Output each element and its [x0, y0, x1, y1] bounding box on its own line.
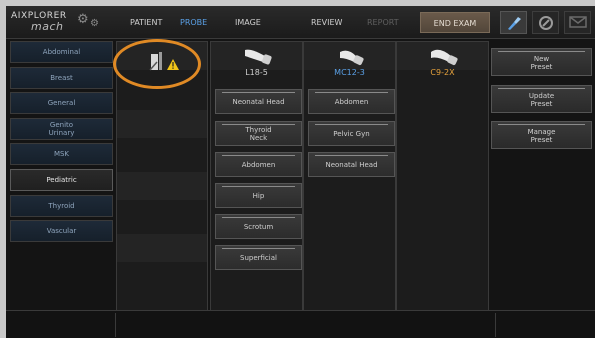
end-exam-button[interactable]: END EXAM	[420, 12, 490, 33]
manage-preset-label: Manage Preset	[527, 128, 556, 144]
save-tool-button[interactable]	[532, 11, 559, 34]
probe-label: L18-5	[245, 68, 268, 77]
app-abdominal[interactable]: Abdominal	[10, 41, 113, 63]
update-preset-label: Update Preset	[528, 92, 555, 108]
probe-tool-button[interactable]	[500, 11, 527, 34]
preset-superficial[interactable]: Superficial	[215, 245, 302, 270]
app-thyroid[interactable]: Thyroid	[10, 194, 113, 217]
app-msk[interactable]: MSK	[10, 143, 113, 166]
probe-label: C9-2X	[430, 68, 455, 77]
nav-probe[interactable]: PROBE	[180, 18, 207, 27]
linear-probe-icon	[245, 49, 272, 65]
preset-pelvic-gyn[interactable]: Pelvic Gyn	[308, 121, 395, 146]
envelope-icon	[568, 16, 587, 28]
top-bar: AIXPLORER mach ⚙ ⚙ PATIENT PROBE IMAGE R…	[6, 6, 595, 39]
stripe	[117, 234, 207, 262]
disk-icon	[538, 16, 553, 30]
app-vascular[interactable]: Vascular	[10, 220, 113, 243]
app-pediatric[interactable]: Pediatric	[10, 168, 113, 191]
divider	[495, 313, 496, 337]
probe-wand-icon	[507, 17, 521, 30]
stripe	[117, 110, 207, 138]
convex-probe-icon	[431, 49, 458, 66]
nav-review[interactable]: REVIEW	[311, 18, 342, 27]
update-preset-button[interactable]: Update Preset	[491, 85, 592, 113]
gear-icon: ⚙	[77, 12, 89, 27]
nav-image[interactable]: IMAGE	[235, 18, 261, 27]
logo: AIXPLORER mach ⚙ ⚙	[11, 11, 116, 35]
logo-product: mach	[31, 20, 64, 33]
ultrasound-screen: AIXPLORER mach ⚙ ⚙ PATIENT PROBE IMAGE R…	[6, 6, 595, 338]
divider	[115, 313, 116, 337]
mail-tool-button[interactable]	[564, 11, 591, 34]
probe-label: MC12-3	[334, 68, 365, 77]
preset-scrotum[interactable]: Scrotum	[215, 214, 302, 239]
application-list: Abdominal Breast General Genito Urinary …	[10, 41, 114, 246]
preset-abdomen[interactable]: Abdomen	[215, 152, 302, 177]
preset-hip[interactable]: Hip	[215, 183, 302, 208]
app-genito-urinary-label: Genito Urinary	[48, 120, 75, 137]
probe-column-c9-2x[interactable]: C9-2X	[396, 41, 489, 313]
probe-column-mc12-3[interactable]: MC12-3 Abdomen Pelvic Gyn Neonatal Head	[303, 41, 396, 313]
stripe	[117, 172, 207, 200]
highlight-circle	[113, 39, 201, 89]
microconvex-probe-icon	[340, 50, 364, 66]
bottom-bar	[6, 310, 595, 338]
probe-column-l18-5[interactable]: L18-5 Neonatal Head Thyroid Neck Abdomen…	[210, 41, 303, 313]
new-preset-label: New Preset	[530, 55, 553, 71]
manage-preset-button[interactable]: Manage Preset	[491, 121, 592, 149]
new-preset-button[interactable]: New Preset	[491, 48, 592, 76]
nav-report: REPORT	[367, 18, 399, 27]
app-genito-urinary[interactable]: Genito Urinary	[10, 117, 113, 140]
gear-small-icon: ⚙	[90, 18, 99, 29]
preset-neonatal-head[interactable]: Neonatal Head	[215, 89, 302, 114]
preset-label: Thyroid Neck	[245, 125, 272, 142]
preset-abdomen[interactable]: Abdomen	[308, 89, 395, 114]
preset-thyroid-neck[interactable]: Thyroid Neck	[215, 121, 302, 146]
preset-neonatal-head[interactable]: Neonatal Head	[308, 152, 395, 177]
app-breast[interactable]: Breast	[10, 66, 113, 89]
nav-patient[interactable]: PATIENT	[130, 18, 162, 27]
app-general[interactable]: General	[10, 92, 113, 115]
